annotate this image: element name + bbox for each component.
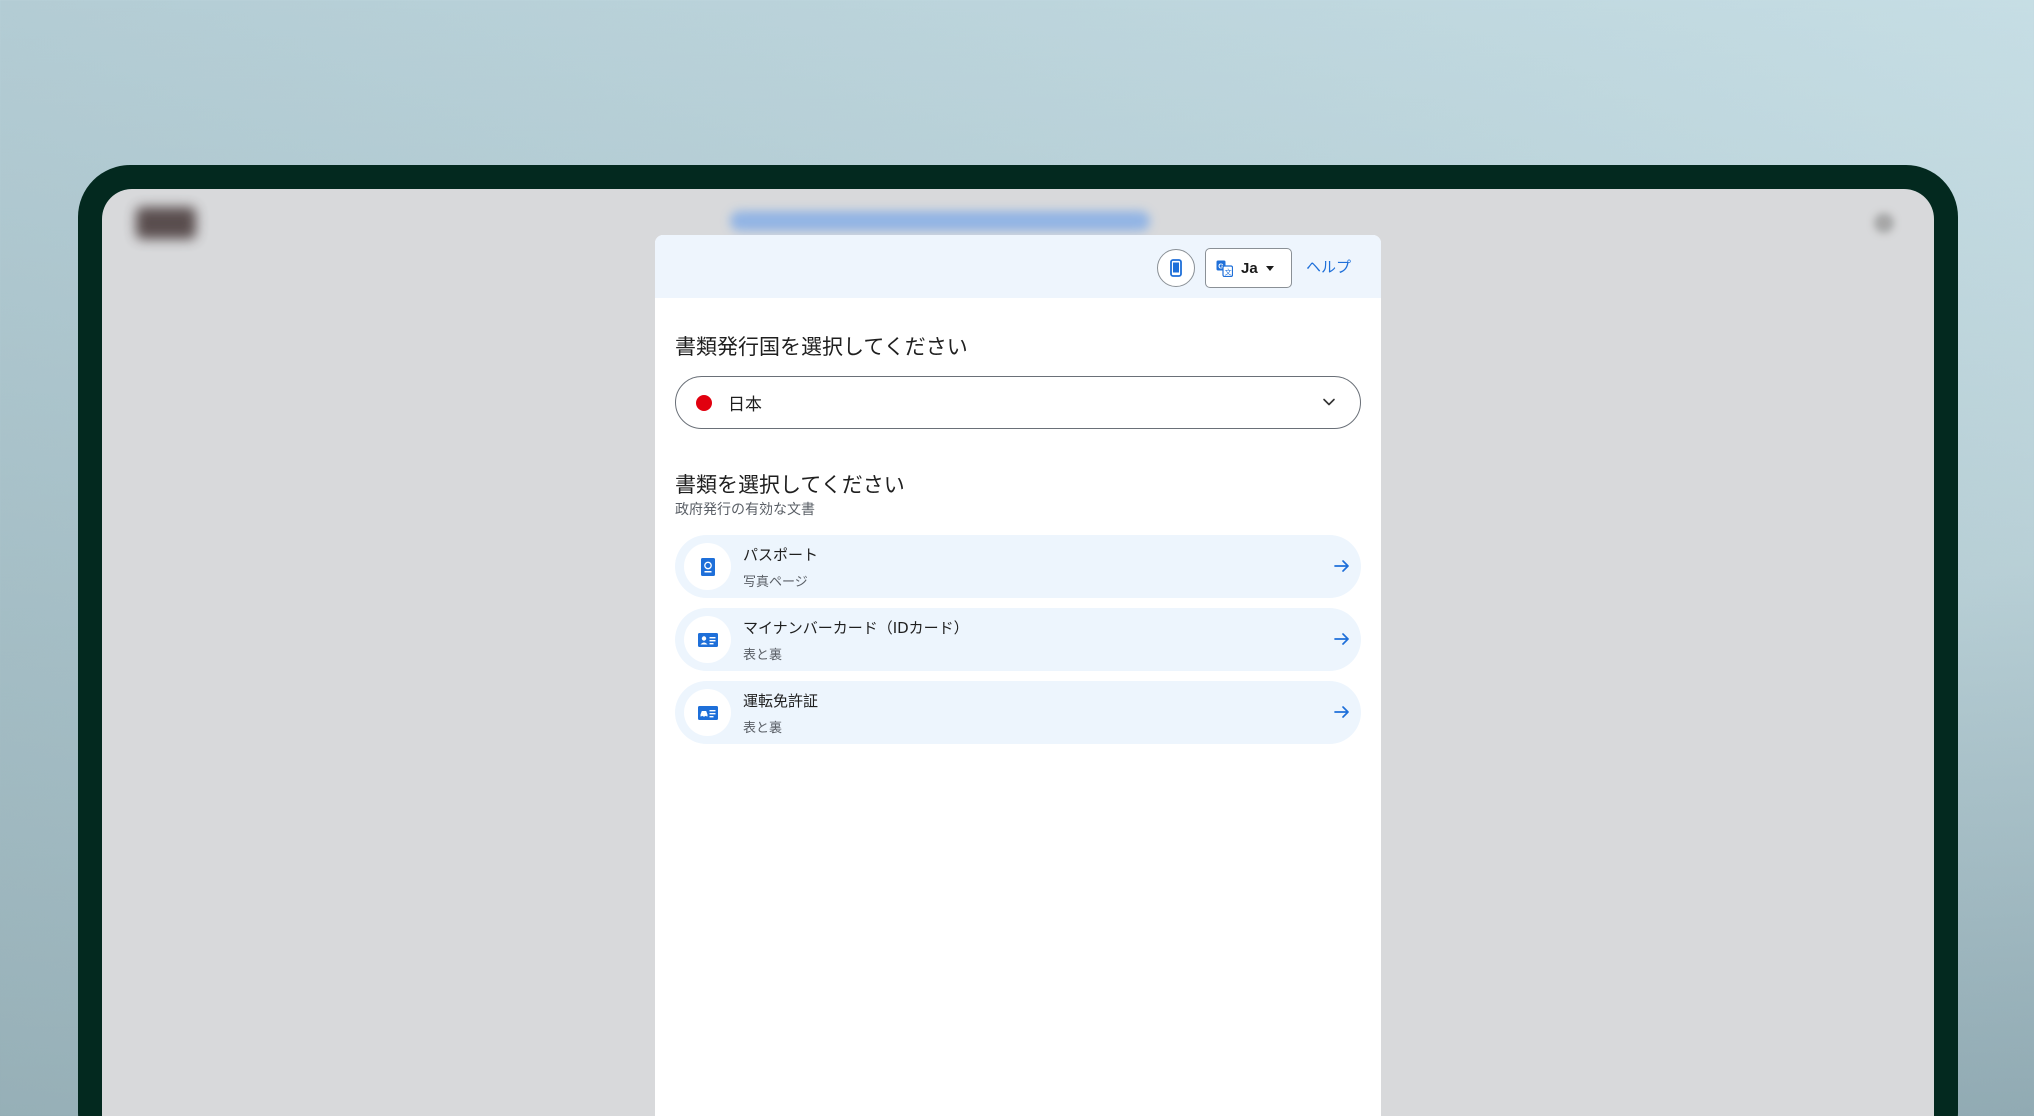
passport-icon (700, 557, 715, 576)
document-section-title: 書類を選択してください (675, 473, 905, 497)
id-card-icon (697, 632, 718, 647)
switch-to-phone-button[interactable] (1157, 249, 1195, 287)
document-section-subtitle: 政府発行の有効な文書 (675, 502, 815, 518)
document-option-passport[interactable]: パスポート 写真ページ (675, 535, 1361, 598)
document-detail: 写真ページ (743, 574, 808, 590)
country-section-title: 書類発行国を選択してください (675, 335, 968, 359)
document-detail: 表と裏 (743, 720, 783, 736)
document-name: 運転免許証 (743, 691, 819, 710)
chevron-down-icon (1323, 398, 1335, 406)
language-label: Ja (1241, 259, 1258, 277)
caret-down-icon (1265, 265, 1274, 271)
document-icon-container (684, 689, 731, 736)
document-icon-container (684, 616, 731, 663)
driving-license-icon (697, 705, 718, 720)
document-name: パスポート (743, 545, 819, 564)
verification-panel: G 文 Ja ヘルプ 書類発行国を選択してください 日本 書類を選択してください… (655, 235, 1381, 1116)
language-selector[interactable]: G 文 Ja (1205, 248, 1292, 288)
document-icon-container (684, 543, 731, 590)
svg-text:文: 文 (1225, 267, 1232, 276)
arrow-right-icon (1334, 560, 1349, 572)
document-name: マイナンバーカード（IDカード） (743, 618, 969, 637)
document-text: 運転免許証 表と裏 (743, 690, 818, 736)
panel-header: G 文 Ja ヘルプ (655, 235, 1381, 298)
blurred-logo (136, 207, 196, 239)
arrow-right-icon (1334, 633, 1349, 645)
app-screen: G 文 Ja ヘルプ 書類発行国を選択してください 日本 書類を選択してください… (102, 189, 1934, 1116)
document-detail: 表と裏 (743, 647, 783, 663)
document-list: パスポート 写真ページ マイナンバーカード（IDカード） 表と裏 運転免許証 表… (675, 535, 1361, 754)
blurred-header-bar (730, 211, 1150, 231)
document-text: マイナンバーカード（IDカード） 表と裏 (743, 617, 969, 663)
country-select[interactable]: 日本 (675, 376, 1361, 429)
arrow-right-icon (1334, 706, 1349, 718)
blurred-menu-icon (1874, 213, 1894, 233)
japan-flag-icon (696, 394, 712, 411)
document-option-id-card[interactable]: マイナンバーカード（IDカード） 表と裏 (675, 608, 1361, 671)
smartphone-icon (1170, 259, 1182, 277)
translate-icon: G 文 (1216, 260, 1233, 277)
selected-country: 日本 (728, 395, 762, 415)
help-link[interactable]: ヘルプ (1306, 256, 1351, 277)
document-option-driving-license[interactable]: 運転免許証 表と裏 (675, 681, 1361, 744)
document-text: パスポート 写真ページ (743, 544, 818, 590)
